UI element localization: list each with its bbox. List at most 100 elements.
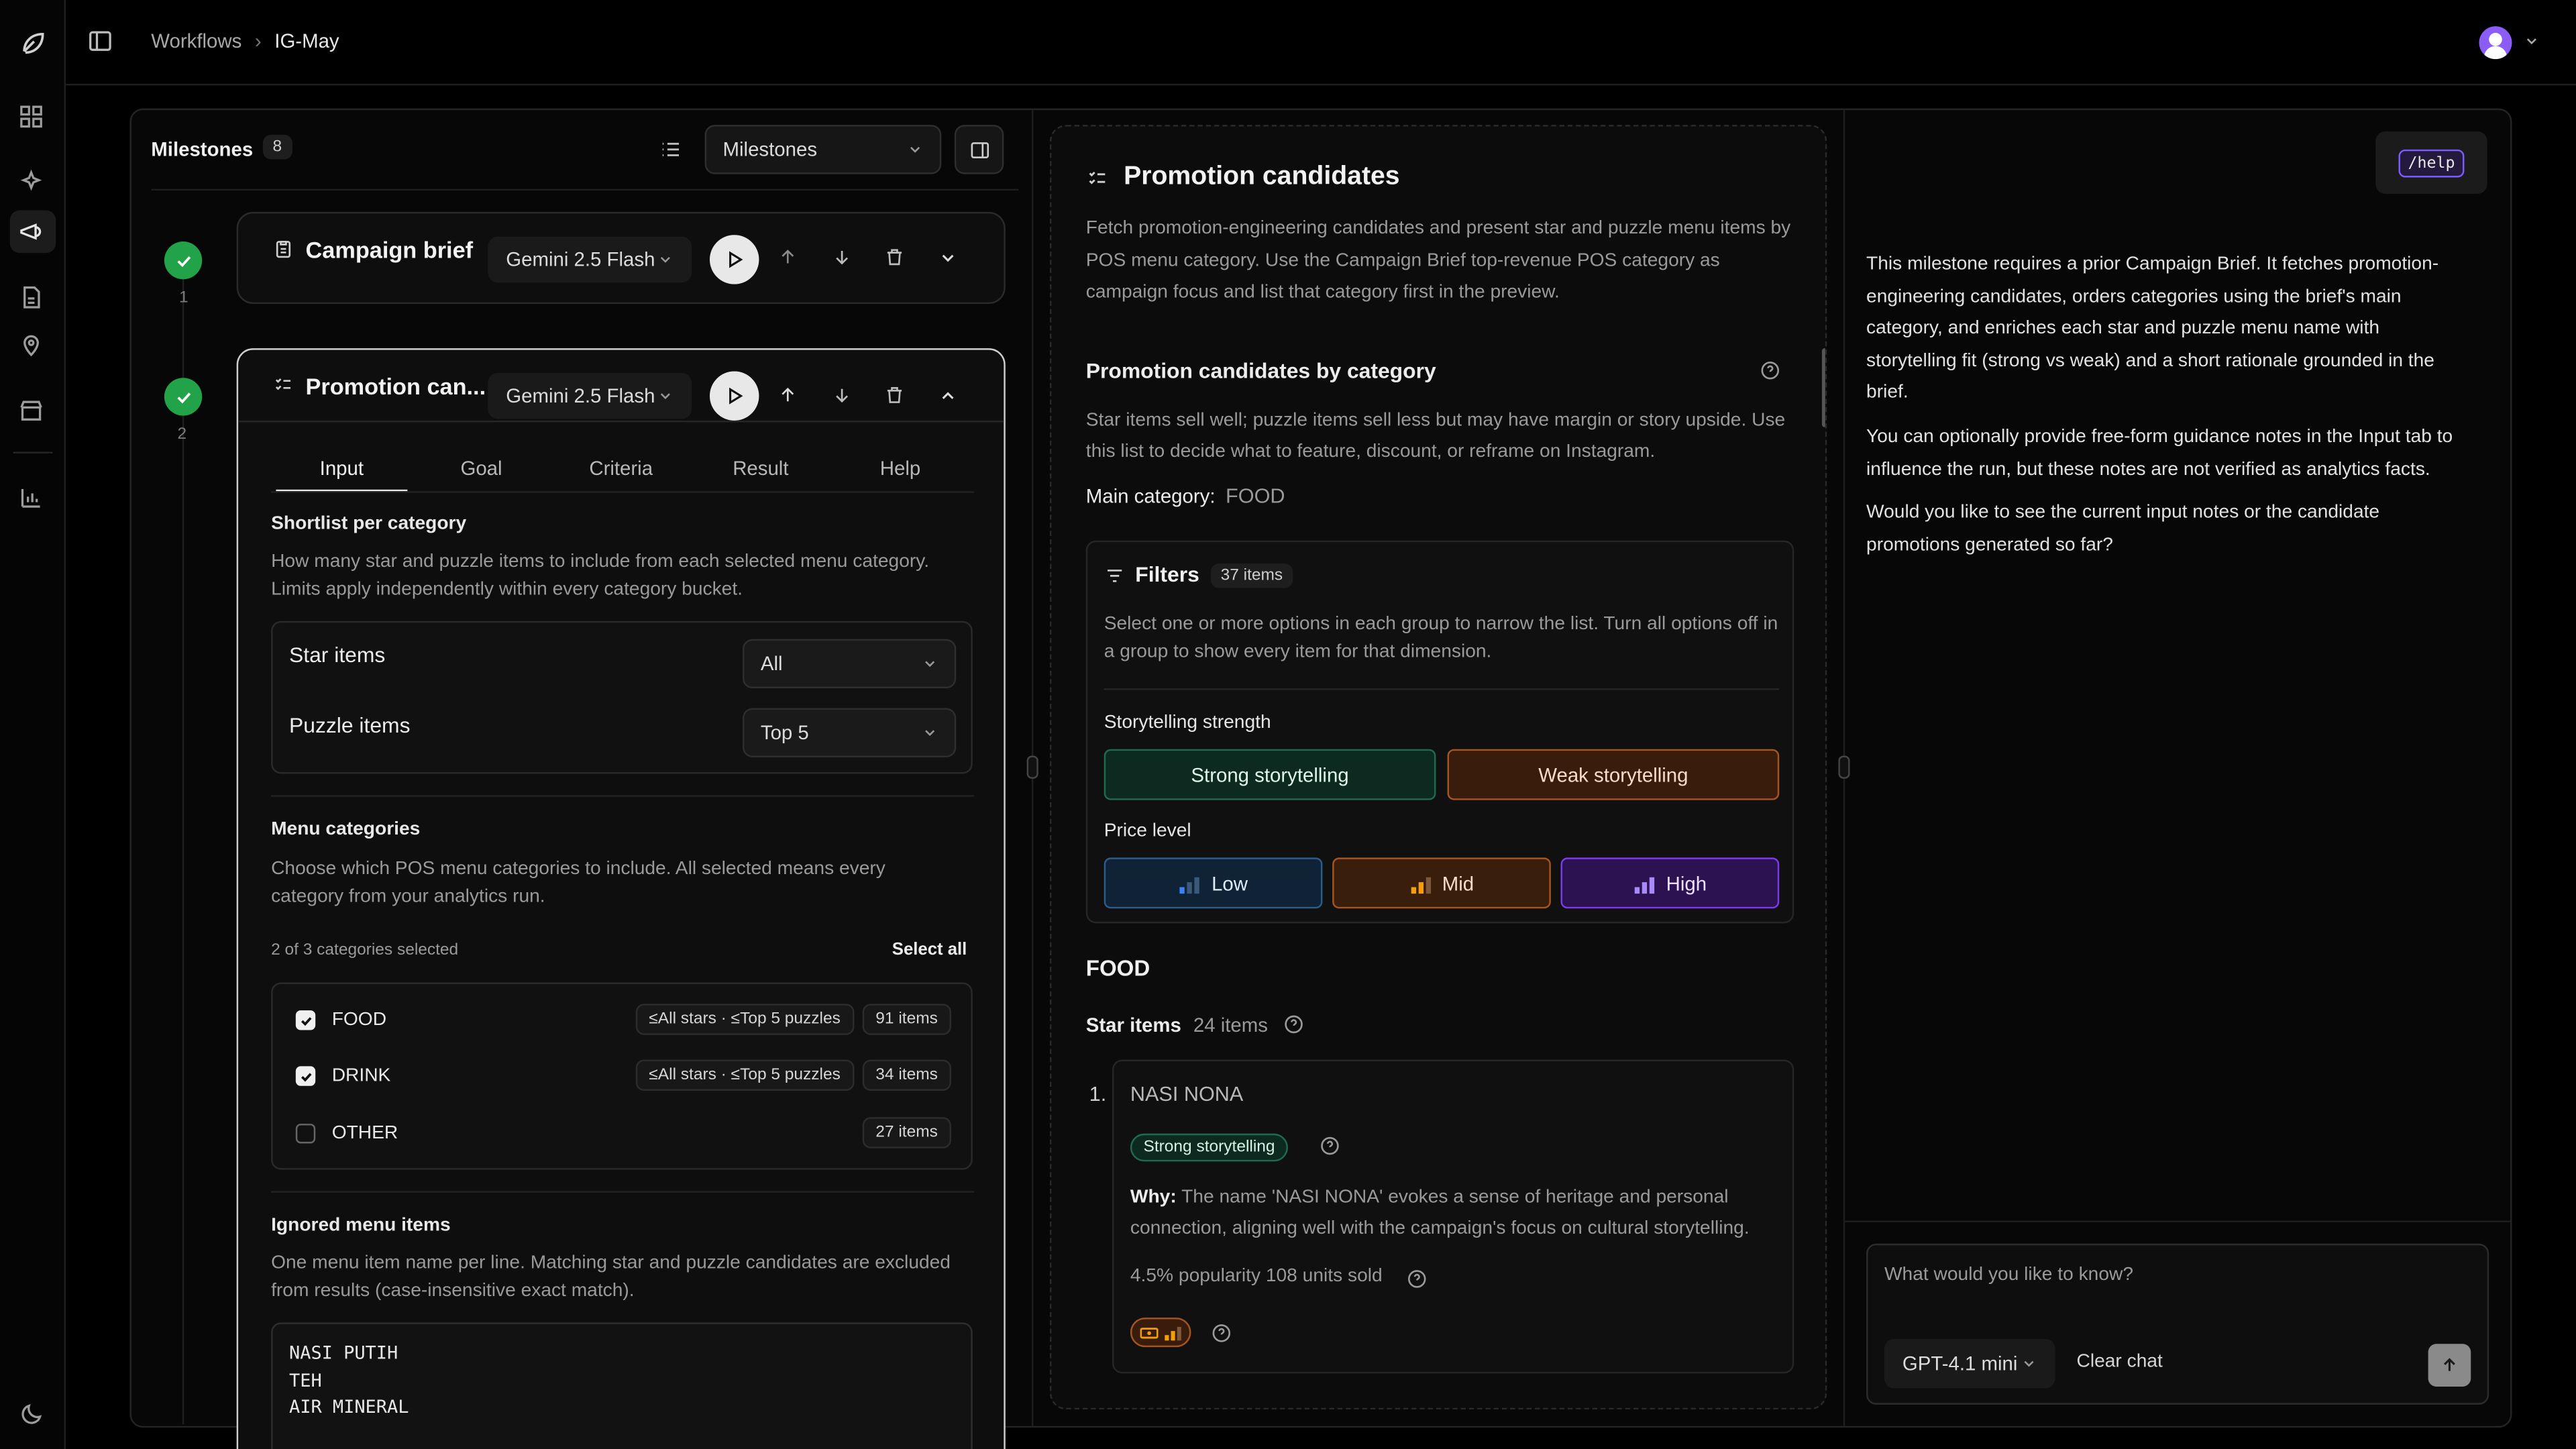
panel-layout-button[interactable] [954,125,1004,174]
megaphone-icon[interactable] [18,219,48,248]
store-icon[interactable] [18,398,48,427]
chevron-down-icon [922,724,938,741]
help-command-button[interactable]: /help [2375,131,2487,194]
shortlist-box: Star items All Puzzle items Top 5 [271,621,973,774]
chevron-down-icon [907,142,923,158]
moon-icon[interactable] [18,1401,48,1431]
run-button[interactable] [709,371,759,421]
other-checkbox[interactable] [295,1124,316,1144]
ignored-description: One menu item name per line. Matching st… [271,1253,951,1301]
item-stats: 4.5% popularity 108 units sold [1130,1267,1383,1287]
select-all-button[interactable]: Select all [892,940,967,959]
tab-input[interactable]: Input [276,457,407,480]
play-icon [729,387,743,405]
list-item[interactable]: FOOD ≤All stars · ≤Top 5 puzzles 91 item… [273,999,971,1042]
move-up-icon[interactable] [777,246,798,268]
star-items-select[interactable]: All [742,639,957,689]
price-high-filter[interactable]: High [1560,857,1780,909]
ignored-items-textarea[interactable]: NASI PUTIH TEH AIR MINERAL [271,1322,973,1449]
milestones-title: Milestones [151,138,254,162]
help-circle-icon[interactable] [1406,1269,1428,1290]
food-checkbox[interactable] [295,1010,316,1030]
milestone-title: Promotion can... [305,372,486,400]
run-button[interactable] [709,235,759,284]
checklist-icon [1086,168,1109,191]
chevron-right-icon: › [254,30,262,53]
move-down-icon[interactable] [831,384,853,406]
item-name: NASI NONA [1130,1082,1244,1106]
category-name: OTHER [331,1124,398,1144]
category-name: FOOD [331,1010,387,1030]
chevron-down-icon [2021,1355,2037,1371]
move-up-icon[interactable] [777,384,798,406]
breadcrumb-current: IG-May [274,30,339,53]
main-category: Main category: FOOD [1085,484,1285,508]
help-circle-icon[interactable] [1320,1135,1341,1157]
tab-help[interactable]: Help [835,457,966,480]
storytelling-tag: Strong storytelling [1130,1133,1289,1162]
bar-chart-icon[interactable] [18,484,48,514]
model-select[interactable]: Gemini 2.5 Flash [488,372,692,419]
help-circle-icon[interactable] [1760,360,1781,381]
chevron-down-icon[interactable] [938,248,957,268]
chat-message: This milestone requires a prior Campaign… [1866,250,2474,562]
model-select[interactable]: Gemini 2.5 Flash [488,236,692,283]
milestone-title: Campaign brief [305,236,474,263]
top-bar: Workflows › IG-May [65,0,2576,86]
left-rail [0,0,66,1449]
document-icon[interactable] [18,284,48,314]
breadcrumb-workflows[interactable]: Workflows [151,30,241,52]
category-limits-badge: ≤All stars · ≤Top 5 puzzles [635,1059,854,1091]
clear-chat-button[interactable]: Clear chat [2077,1352,2163,1372]
move-down-icon[interactable] [831,246,853,268]
category-limits-badge: ≤All stars · ≤Top 5 puzzles [635,1004,854,1035]
sidebar-toggle-icon[interactable] [87,28,113,54]
dashboard-icon[interactable] [18,103,48,133]
storytelling-label: Storytelling strength [1104,712,1271,733]
chat-input[interactable]: What would you like to know? [1884,1265,2133,1285]
trash-icon[interactable] [884,384,906,406]
weak-storytelling-filter[interactable]: Weak storytelling [1447,749,1780,800]
categories-list: FOOD ≤All stars · ≤Top 5 puzzles 91 item… [271,982,973,1170]
milestone-card-campaign-brief[interactable]: Campaign brief Gemini 2.5 Flash [236,211,1006,305]
tab-result[interactable]: Result [695,457,826,480]
chat-model-select[interactable]: GPT-4.1 mini [1884,1338,2055,1389]
preview-title: Promotion candidates [1124,162,1400,191]
price-low-filter[interactable]: Low [1104,857,1323,909]
tab-goal[interactable]: Goal [416,457,547,480]
star-items-heading: Star items 24 items [1085,1014,1268,1037]
avatar[interactable] [2479,26,2512,60]
puzzle-items-select[interactable]: Top 5 [742,708,957,757]
location-pin-icon[interactable] [18,332,48,362]
milestones-count: 8 [262,134,292,160]
chevron-up-icon[interactable] [938,386,957,406]
star-items-label: Star items [289,642,386,667]
category-heading: FOOD [1085,956,1150,981]
sparkles-icon[interactable] [18,169,48,199]
help-circle-icon[interactable] [1283,1014,1305,1035]
logo-leaf-icon[interactable] [18,28,48,58]
scrollbar[interactable] [1821,348,1825,427]
resize-handle[interactable] [1026,755,1038,779]
strong-storytelling-filter[interactable]: Strong storytelling [1104,749,1436,800]
drink-checkbox[interactable] [295,1066,316,1086]
filter-icon [1104,565,1126,586]
milestones-select[interactable]: Milestones [704,125,942,174]
filters-count: 37 items [1210,564,1293,588]
send-button[interactable] [2428,1344,2471,1387]
milestone-2-number: 2 [177,425,187,444]
trash-icon[interactable] [884,246,906,268]
chat-paragraph: You can optionally provide free-form gui… [1866,427,2453,480]
filters-card: Filters 37 items Select one or more opti… [1085,540,1794,924]
chevron-down-icon[interactable] [2524,33,2540,49]
list-icon[interactable] [659,138,682,161]
price-mid-filter[interactable]: Mid [1332,857,1551,909]
ignored-line: NASI PUTIH [289,1342,398,1364]
chat-paragraph: Would you like to see the current input … [1866,502,2380,555]
help-circle-icon[interactable] [1211,1322,1232,1344]
tab-criteria[interactable]: Criteria [555,457,687,480]
list-item[interactable]: DRINK ≤All stars · ≤Top 5 puzzles 34 ite… [273,1055,971,1097]
list-item[interactable]: OTHER 27 items [273,1111,971,1154]
arrow-up-icon [2443,1358,2455,1371]
checklist-icon [273,374,294,396]
